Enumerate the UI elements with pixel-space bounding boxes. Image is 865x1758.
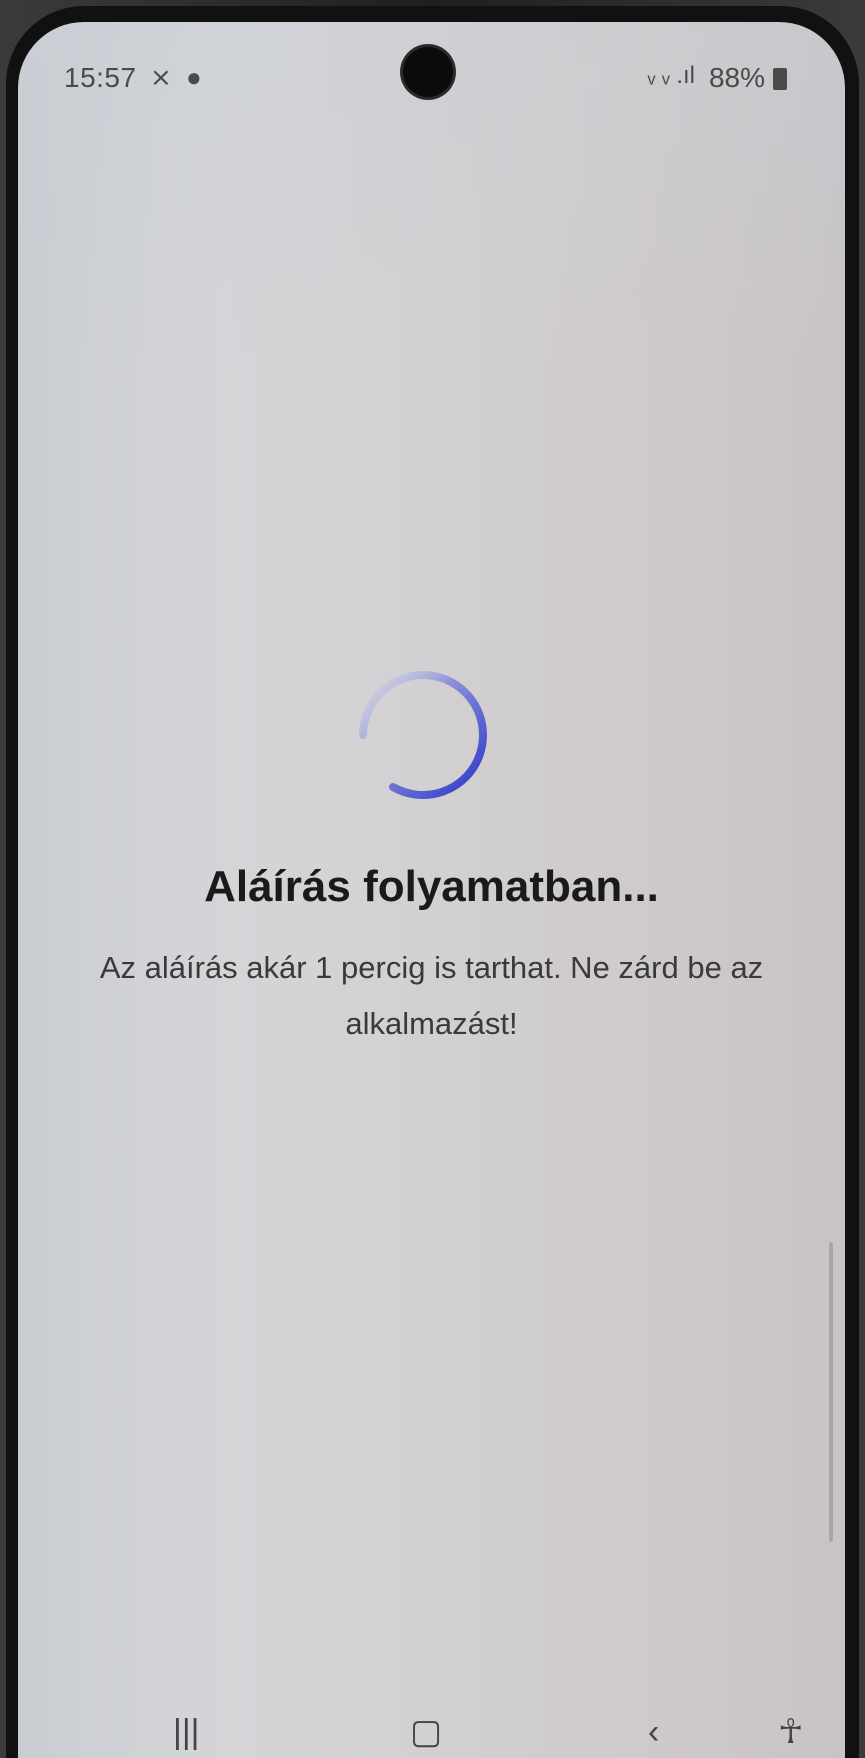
x-icon: ⨯ xyxy=(150,62,172,92)
loading-message: Az aláírás akár 1 percig is tarthat. Ne … xyxy=(99,950,764,1041)
app-icon: ● xyxy=(186,62,202,92)
phone-screen: 15:57 ⨯ ● ᵥ ᵥ .ıl 88% Aláírás folyamatba… xyxy=(18,22,845,1758)
status-bar: 15:57 ⨯ ● ᵥ ᵥ .ıl 88% xyxy=(18,22,845,132)
page-title: Aláírás folyamatban... xyxy=(204,862,659,911)
front-camera xyxy=(403,47,453,97)
status-time: 15:57 xyxy=(64,62,137,93)
home-button[interactable]: ▢ xyxy=(410,1712,442,1752)
back-button[interactable]: ‹ xyxy=(648,1713,659,1752)
loading-spinner xyxy=(359,671,487,800)
navigation-bar: ||| ▢ ‹ ☥ xyxy=(18,1698,845,1758)
edge-panel-handle[interactable] xyxy=(829,1242,833,1542)
battery-icon xyxy=(773,68,787,90)
signal-icon: ᵥ ᵥ .ıl xyxy=(647,62,695,89)
battery-percent: 88% xyxy=(708,62,765,93)
recents-button[interactable]: ||| xyxy=(173,1713,200,1752)
accessibility-icon[interactable]: ☥ xyxy=(778,1712,803,1752)
